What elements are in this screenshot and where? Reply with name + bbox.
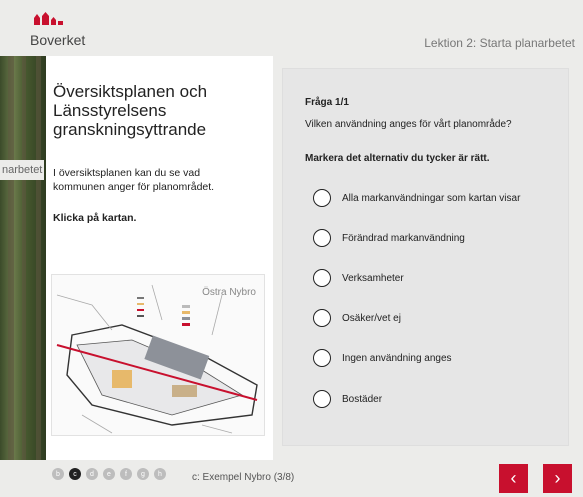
answer-option-label: Alla markanvändningar som kartan visar — [342, 192, 521, 204]
answer-option[interactable]: Bostäder — [313, 387, 382, 411]
boverket-logo[interactable]: Boverket — [30, 12, 100, 52]
radio-button[interactable] — [313, 349, 331, 367]
map-label: Östra Nybro — [202, 287, 256, 298]
next-button[interactable]: › — [543, 464, 572, 493]
answer-option-label: Osäker/vet ej — [342, 312, 401, 324]
background-lesson-label: narbetet — [0, 160, 45, 180]
quiz-box: Fråga 1/1 Vilken användning anges för vå… — [282, 68, 569, 446]
radio-button[interactable] — [313, 309, 331, 327]
panel-title: Översiktsplanen och Länsstyrelsens grans… — [53, 82, 208, 139]
answer-option[interactable]: Osäker/vet ej — [313, 306, 401, 330]
page-dot-active[interactable]: c — [69, 468, 81, 480]
answer-option-label: Verksamheter — [342, 272, 404, 284]
answer-option[interactable]: Alla markanvändningar som kartan visar — [313, 186, 520, 210]
page-dots: b c d e f g h — [52, 468, 166, 480]
panel-instruction: Klicka på kartan. — [53, 212, 137, 224]
page-label: c: Exempel Nybro (3/8) — [192, 472, 295, 483]
radio-button[interactable] — [313, 269, 331, 287]
footer-nav: b c d e f g h c: Exempel Nybro (3/8) ‹ › — [0, 460, 583, 497]
answer-option-label: Ingen användning anges — [342, 352, 452, 364]
map-drawing — [56, 284, 258, 434]
right-panel: Fråga 1/1 Vilken användning anges för vå… — [273, 56, 583, 475]
answer-option-label: Bostäder — [342, 393, 383, 405]
lesson-title: Lektion 2: Starta planarbetet — [424, 36, 575, 50]
page-dot[interactable]: e — [103, 468, 115, 480]
page-dot[interactable]: b — [52, 468, 64, 480]
chevron-right-icon: › — [554, 468, 561, 488]
answer-option[interactable]: Ingen användning anges — [313, 346, 452, 370]
answer-option[interactable]: Verksamheter — [313, 266, 404, 290]
chevron-left-icon: ‹ — [510, 468, 517, 488]
question-number: Fråga 1/1 — [305, 97, 349, 108]
radio-button[interactable] — [313, 390, 331, 408]
left-panel: Översiktsplanen och Länsstyrelsens grans… — [46, 56, 273, 475]
panel-body-text: I översiktsplanen kan du se vad kommunen… — [53, 167, 215, 193]
answer-option-label: Förändrad markanvändning — [342, 232, 465, 244]
question-text: Vilken användning anges för vårt planomr… — [305, 119, 512, 130]
page-dot[interactable]: h — [154, 468, 166, 480]
previous-button[interactable]: ‹ — [499, 464, 528, 493]
house-logo-icon — [34, 12, 63, 25]
question-instruction: Markera det alternativ du tycker är rätt… — [305, 153, 490, 164]
page-dot[interactable]: d — [86, 468, 98, 480]
background-forest-image: narbetet — [0, 56, 46, 475]
page-dot[interactable]: f — [120, 468, 132, 480]
overview-plan-map[interactable]: Östra Nybro — [51, 274, 265, 436]
page-dot[interactable]: g — [137, 468, 149, 480]
answer-option[interactable]: Förändrad markanvändning — [313, 226, 465, 250]
radio-button[interactable] — [313, 189, 331, 207]
header: Boverket Lektion 2: Starta planarbetet — [0, 0, 583, 56]
logo-text: Boverket — [30, 32, 86, 48]
radio-button[interactable] — [313, 229, 331, 247]
